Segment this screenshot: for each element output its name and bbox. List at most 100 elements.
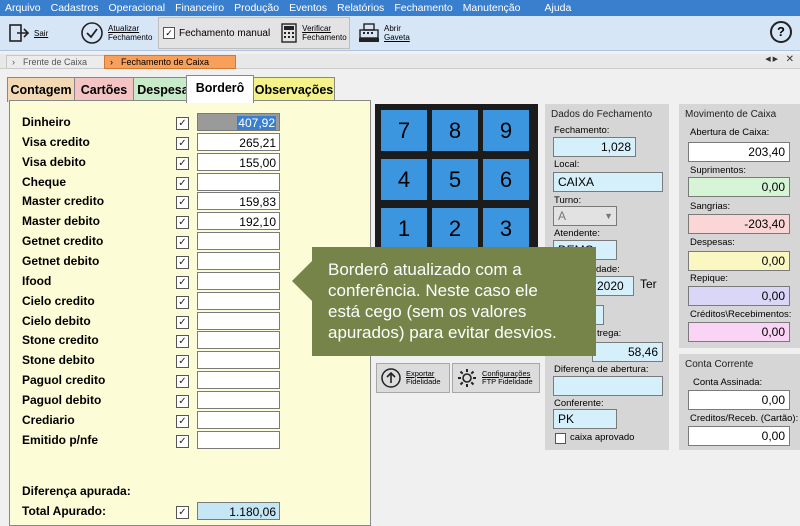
key-9[interactable]: 9 [483,110,529,151]
tooltip-line-1: Borderô atualizado com a [328,260,522,279]
tab-scroll-arrows-icon[interactable]: ◀ ▶ [765,55,778,63]
menu-fechamento[interactable]: Fechamento [389,2,457,14]
turno-value: A [558,209,567,223]
row-value-field[interactable]: 407,92 [197,113,280,131]
key-4[interactable]: 4 [381,159,427,200]
menu-cadastros[interactable]: Cadastros [46,2,104,14]
atualizar-fechamento-button[interactable]: Atualizar Fechamento [80,18,152,48]
caixa-aprovado-label: caixa aprovado [570,432,635,443]
row-value-field[interactable] [197,391,280,409]
fechamento-manual-checkbox[interactable]: ✓ [163,27,175,39]
row-checkbox[interactable]: ✓ [176,137,189,150]
row-checkbox[interactable]: ✓ [176,117,189,130]
tab-cartoes[interactable]: Cartões [74,77,134,102]
tab-frente-de-caixa[interactable]: › Frente de Caixa [6,55,120,69]
row-checkbox[interactable]: ✓ [176,316,189,329]
diferenca-abertura-field[interactable] [553,376,663,396]
key-3[interactable]: 3 [483,208,529,249]
fechamento-field[interactable]: 1,028 [553,137,636,157]
row-value-field[interactable]: 159,83 [197,192,280,210]
row-checkbox[interactable]: ✓ [176,276,189,289]
local-field[interactable]: CAIXA [553,172,663,192]
row-value-field[interactable] [197,252,280,270]
row-checkbox[interactable]: ✓ [176,256,189,269]
row-value-field[interactable] [197,411,280,429]
conferente-field[interactable]: PK [553,409,617,429]
key-8[interactable]: 8 [432,110,478,151]
menu-operacional[interactable]: Operacional [103,2,170,14]
row-label: Visa credito [22,135,90,149]
menu-producao[interactable]: Produção [229,2,284,14]
verificar-label-1: Verificar [302,24,332,33]
tab-bordero[interactable]: Borderô [186,75,254,103]
menu-arquivo[interactable]: Arquivo [0,2,46,14]
row-value-field[interactable] [197,431,280,449]
entrega-label: trega: [597,328,622,339]
row-checkbox[interactable]: ✓ [176,435,189,448]
turno-select[interactable]: A ▼ [553,206,617,226]
row-value-field[interactable] [197,331,280,349]
tab-fechamento-de-caixa[interactable]: › Fechamento de Caixa [104,55,236,69]
row-value-field[interactable] [197,292,280,310]
abertura-label: Abertura de Caixa: [690,127,770,138]
key-7[interactable]: 7 [381,110,427,151]
key-1[interactable]: 1 [381,208,427,249]
fechamento-manual-toggle[interactable]: ✓ Fechamento manual Verificar Fechamento [158,17,350,49]
row-value-field[interactable] [197,312,280,330]
menu-ajuda[interactable]: Ajuda [539,2,576,14]
entrega-field[interactable]: 58,46 [592,342,663,362]
menu-eventos[interactable]: Eventos [284,2,332,14]
close-icon[interactable]: ✕ [786,54,794,65]
tab-observacoes[interactable]: Observações [253,77,335,102]
row-checkbox[interactable]: ✓ [176,395,189,408]
ter-label: Ter [640,277,657,291]
help-button[interactable]: ? [770,21,792,43]
menu-financeiro[interactable]: Financeiro [170,2,229,14]
exportar-fidelidade-button[interactable]: Exportar Fidelidade [376,363,450,393]
tab-despesa-label: Despesa [137,83,189,97]
row-checkbox[interactable]: ✓ [176,335,189,348]
row-value-field[interactable]: 155,00 [197,153,280,171]
dade-field[interactable]: 2020 [592,276,634,296]
key-5[interactable]: 5 [432,159,478,200]
row-value-field[interactable] [197,351,280,369]
abrir-gaveta-button[interactable]: Abrir Gaveta [358,18,410,48]
menu-bar: Arquivo Cadastros Operacional Financeiro… [0,0,800,16]
tab-observacoes-label: Observações [254,83,334,97]
menu-manutencao[interactable]: Manutenção [458,2,526,14]
row-checkbox[interactable]: ✓ [176,415,189,428]
creditos-cartao-field: 0,00 [688,426,790,446]
key-6[interactable]: 6 [483,159,529,200]
row-value-field[interactable] [197,272,280,290]
total-apurado-checkbox[interactable]: ✓ [176,506,189,519]
dados-fechamento-title: Dados do Fechamento [551,109,653,120]
row-checkbox[interactable]: ✓ [176,216,189,229]
row-value-field[interactable] [197,173,280,191]
row-checkbox[interactable]: ✓ [176,177,189,190]
row-value-field[interactable]: 265,21 [197,133,280,151]
row-checkbox[interactable]: ✓ [176,375,189,388]
atendente-label: Atendente: [554,228,600,239]
row-checkbox[interactable]: ✓ [176,296,189,309]
menu-relatorios[interactable]: Relatórios [332,2,389,14]
page-tab-strip: › Frente de Caixa › Fechamento de Caixa ◀ … [0,54,800,69]
key-2[interactable]: 2 [432,208,478,249]
row-label: Cheque [22,175,67,189]
row-label: Emitido p/nfe [22,433,98,447]
row-value-field[interactable]: 192,10 [197,212,280,230]
row-label: Crediario [22,413,75,427]
tab-frente-label: Frente de Caixa [23,57,88,67]
dade-label: dade: [596,264,620,275]
tab-despesa[interactable]: Despesa [133,77,193,102]
row-value-field[interactable] [197,371,280,389]
configuracoes-ftp-button[interactable]: Configurações FTP Fidelidade [452,363,540,393]
row-checkbox[interactable]: ✓ [176,236,189,249]
row-checkbox[interactable]: ✓ [176,355,189,368]
fechamento-manual-label: Fechamento manual [179,27,271,39]
caixa-aprovado-checkbox[interactable] [555,433,566,444]
row-checkbox[interactable]: ✓ [176,157,189,170]
sair-button[interactable]: Sair [8,18,48,48]
row-checkbox[interactable]: ✓ [176,196,189,209]
row-value-field[interactable] [197,232,280,250]
tab-contagem[interactable]: Contagem [7,77,75,102]
